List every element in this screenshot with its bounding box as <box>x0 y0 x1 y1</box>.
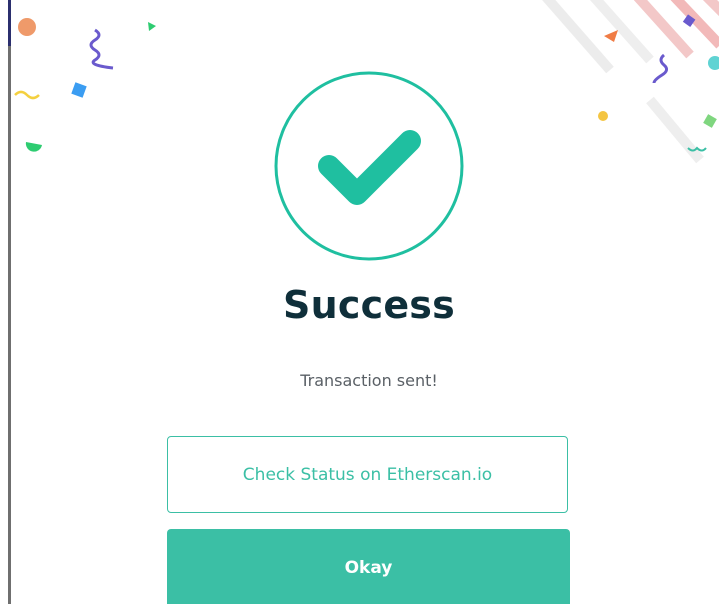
okay-label: Okay <box>344 558 393 578</box>
watermark-decoration <box>542 0 719 164</box>
window-border-accent <box>8 0 11 46</box>
dialog-title: Success <box>283 283 455 327</box>
dialog-message: Transaction sent! <box>300 371 438 390</box>
checkmark-icon <box>274 71 464 261</box>
success-dialog: Success Transaction sent! Check Status o… <box>0 0 719 604</box>
check-status-button[interactable]: Check Status on Etherscan.io <box>167 436 568 513</box>
okay-button[interactable]: Okay <box>167 529 570 604</box>
check-status-label: Check Status on Etherscan.io <box>242 464 493 485</box>
